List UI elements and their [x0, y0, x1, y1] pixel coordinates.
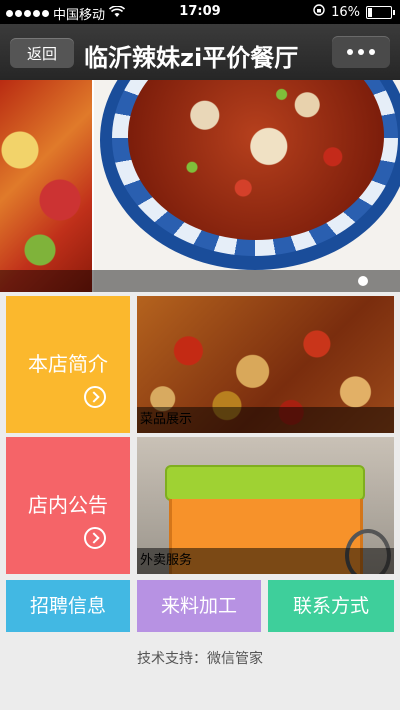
- arrow-circle-icon: [84, 527, 106, 549]
- battery-icon: [366, 5, 395, 19]
- store-intro-label: 本店简介: [28, 352, 108, 376]
- material-processing-button[interactable]: 来料加工: [137, 580, 261, 632]
- contact-button[interactable]: 联系方式: [268, 580, 394, 632]
- store-notice-label: 店内公告: [28, 493, 108, 517]
- orientation-lock-icon: [313, 4, 325, 20]
- delivery-box-lid: [165, 465, 365, 501]
- status-right: 16%: [313, 4, 395, 20]
- store-notice-tile[interactable]: 店内公告: [6, 437, 130, 574]
- tech-support-footer: 技术支持：微信管家: [137, 651, 263, 667]
- delivery-service-tile[interactable]: 外卖服务: [137, 437, 394, 574]
- more-menu-button[interactable]: [332, 36, 390, 68]
- banner-dish-photo-left: [0, 80, 94, 292]
- dishes-showcase-tile[interactable]: 菜品展示: [137, 296, 394, 433]
- page-title: 临沂辣妹zi平价餐厅: [84, 44, 299, 72]
- delivery-service-caption: 外卖服务: [137, 548, 394, 574]
- navigation-bar: 返回 临沂辣妹zi平价餐厅: [0, 24, 400, 80]
- banner-carousel[interactable]: [0, 80, 400, 292]
- store-intro-tile[interactable]: 本店简介: [6, 296, 130, 433]
- banner-indicator-bar: [0, 270, 400, 292]
- status-bar: 中国移动 17:09 16%: [0, 0, 400, 24]
- battery-percent: 16%: [331, 4, 360, 20]
- recruitment-button[interactable]: 招聘信息: [6, 580, 130, 632]
- more-dots-icon: [347, 49, 353, 55]
- arrow-circle-icon: [84, 386, 106, 408]
- back-button[interactable]: 返回: [10, 38, 74, 68]
- dishes-showcase-caption: 菜品展示: [137, 407, 394, 433]
- banner-page-dot[interactable]: [358, 276, 368, 286]
